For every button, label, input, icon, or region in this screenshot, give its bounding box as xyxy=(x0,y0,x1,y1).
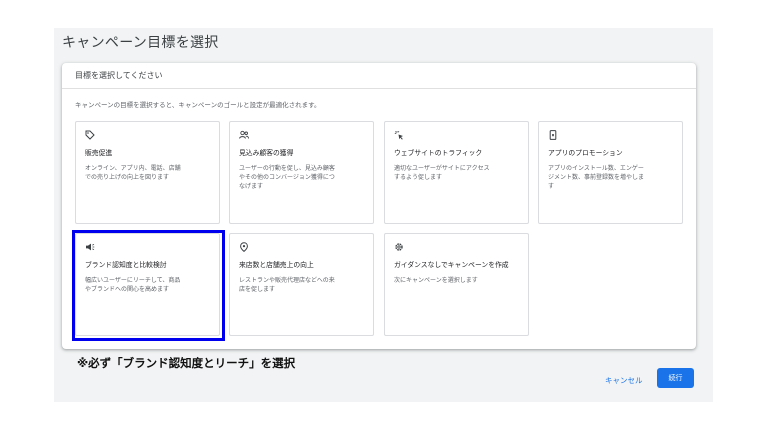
goal-description: ユーザーの行動を促し、見込み顧客 やその他のコンバージョン獲得につ なげます xyxy=(239,165,335,190)
people-icon xyxy=(239,130,249,140)
phone-icon xyxy=(548,130,558,140)
goal-title: ウェブサイトのトラフィック xyxy=(394,149,483,157)
cursor-click-icon xyxy=(394,130,404,140)
goal-tile-no-guidance[interactable]: ガイダンスなしでキャンペーンを作成 次にキャンペーンを選択します xyxy=(384,233,529,336)
location-pin-icon xyxy=(239,242,249,252)
goal-description: アプリのインストール数、エンゲー ジメント数、事前登録数を増やします xyxy=(548,165,645,190)
cancel-button[interactable]: キャンセル xyxy=(601,372,647,389)
megaphone-icon xyxy=(85,242,95,252)
gear-icon xyxy=(394,242,404,252)
goal-tile-website-traffic[interactable]: ウェブサイトのトラフィック 適切なユーザーがサイトにアクセス するよう促します xyxy=(384,121,529,224)
goal-title: アプリのプロモーション xyxy=(548,149,623,157)
card-header: 目標を選択してください xyxy=(75,71,163,80)
goal-tile-brand-awareness[interactable]: ブランド認知度と比較検討 幅広いユーザーにリーチして、商品 やブランドへの関心を高… xyxy=(75,233,220,336)
card-description: キャンペーンの目標を選択すると、キャンペーンのゴールと設定が最適化されます。 xyxy=(75,101,321,109)
goal-tile-store-visits[interactable]: 来店数と店舗売上の向上 レストランや販売代理店などへの来 店を促します xyxy=(229,233,374,336)
goal-selection-card: 目標を選択してください キャンペーンの目標を選択すると、キャンペーンのゴールと設… xyxy=(62,63,696,349)
goal-tile-leads[interactable]: 見込み顧客の獲得 ユーザーの行動を促し、見込み顧客 やその他のコンバージョン獲得に… xyxy=(229,121,374,224)
goal-description: 幅広いユーザーにリーチして、商品 やブランドへの関心を高めます xyxy=(85,277,181,293)
goal-title: 来店数と店舗売上の向上 xyxy=(239,261,314,269)
page-title: キャンペーン目標を選択 xyxy=(62,35,219,51)
goal-title: 見込み顧客の獲得 xyxy=(239,149,294,157)
card-divider xyxy=(62,88,696,89)
continue-button[interactable]: 続行 xyxy=(657,368,694,388)
goal-description: オンライン、アプリ内、電話、店舗 での売り上げの向上を図ります xyxy=(85,165,181,181)
goal-description: レストランや販売代理店などへの来 店を促します xyxy=(239,277,335,293)
goal-tile-sales[interactable]: 販売促進 オンライン、アプリ内、電話、店舗 での売り上げの向上を図ります xyxy=(75,121,220,224)
goal-description: 適切なユーザーがサイトにアクセス するよう促します xyxy=(394,165,490,181)
instruction-note: ※必ず「ブランド認知度とリーチ」を選択 xyxy=(77,356,296,370)
goal-title: ブランド認知度と比較検討 xyxy=(85,261,167,269)
goal-title: ガイダンスなしでキャンペーンを作成 xyxy=(394,261,509,269)
tag-icon xyxy=(85,130,95,140)
campaign-goal-panel: キャンペーン目標を選択 目標を選択してください キャンペーンの目標を選択すると、… xyxy=(54,28,713,402)
goal-title: 販売促進 xyxy=(85,149,113,157)
goal-description: 次にキャンペーンを選択します xyxy=(394,277,478,284)
goal-tile-app-promotion[interactable]: アプリのプロモーション アプリのインストール数、エンゲー ジメント数、事前登録数を… xyxy=(538,121,683,224)
